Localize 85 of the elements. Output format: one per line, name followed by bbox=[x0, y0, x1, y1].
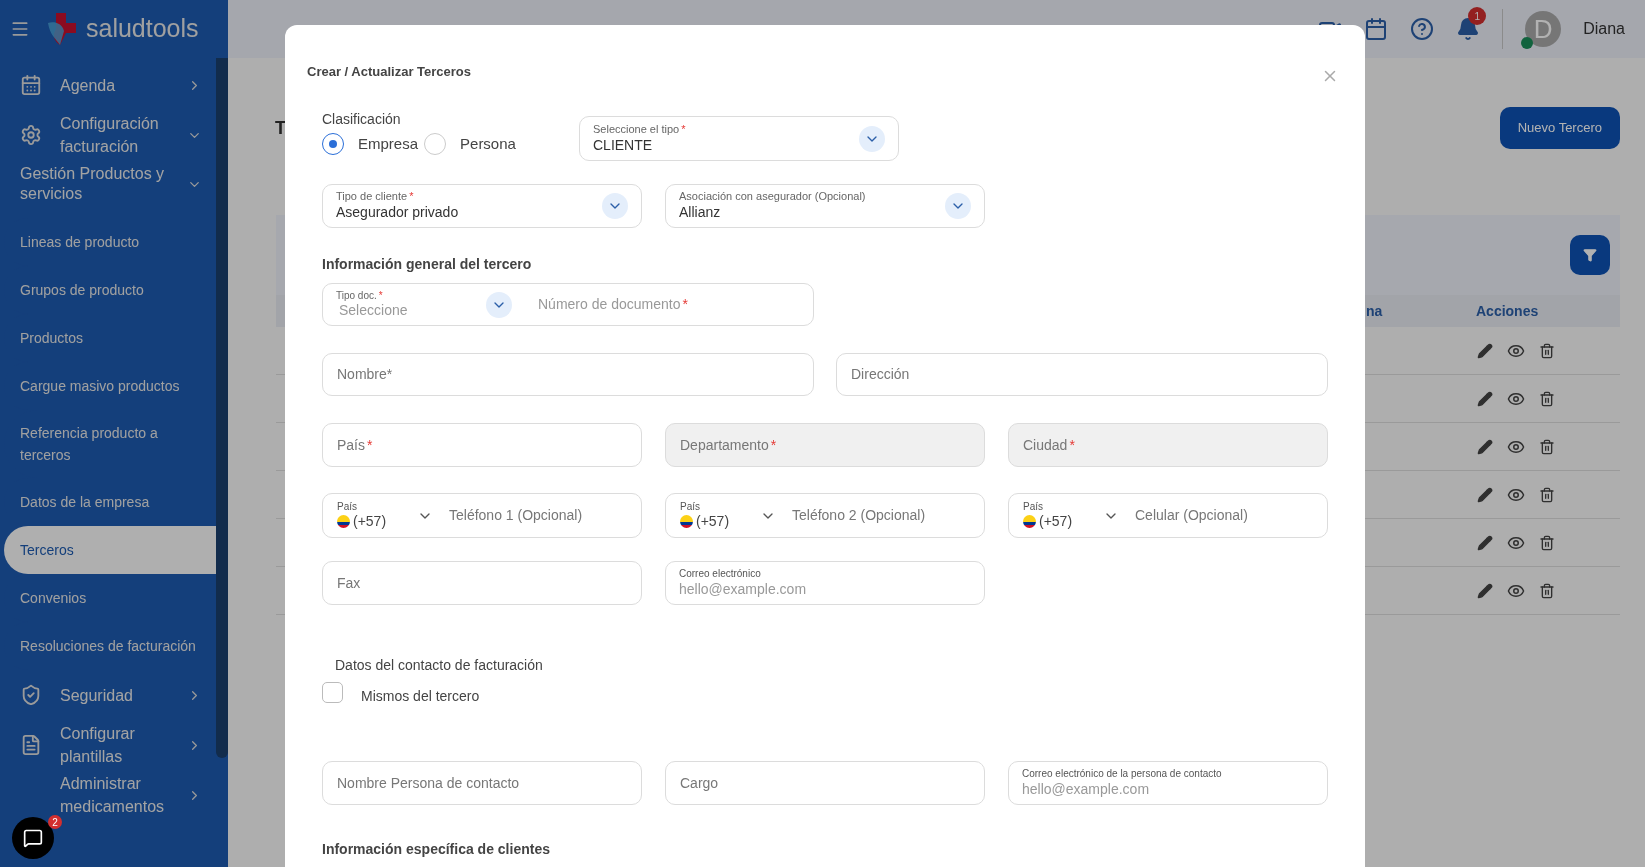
radio-label: Persona bbox=[460, 134, 516, 154]
document-field[interactable]: Tipo doc. * Seleccione Número de documento* bbox=[322, 283, 814, 326]
field-label: País bbox=[337, 500, 358, 513]
delete-icon[interactable] bbox=[1539, 438, 1555, 455]
flag-icon bbox=[337, 515, 350, 529]
section-title: Información específica de clientes bbox=[322, 840, 551, 859]
filter-button[interactable] bbox=[1570, 235, 1610, 275]
flag-icon bbox=[680, 515, 693, 529]
column-header: Acciones bbox=[1476, 301, 1539, 321]
field-label: País bbox=[1023, 500, 1044, 513]
field-placeholder: Celular (Opcional) bbox=[1135, 506, 1248, 525]
sidebar-item[interactable]: Seguridad bbox=[0, 670, 216, 720]
menu-item-icon bbox=[20, 734, 42, 756]
phone-field[interactable]: País (+57) Celular (Opcional) bbox=[1008, 493, 1328, 538]
input-field[interactable]: Dirección bbox=[836, 353, 1328, 396]
field-placeholder: Número de documento* bbox=[538, 295, 688, 314]
section-title: Información general del tercero bbox=[322, 255, 533, 274]
field-label: Correo electrónico bbox=[679, 568, 762, 581]
phone-field[interactable]: País (+57) Teléfono 2 (Opcional) bbox=[665, 493, 985, 538]
field-value: Seleccione bbox=[339, 302, 409, 320]
field-label: Tipo de cliente * bbox=[336, 190, 415, 205]
delete-icon[interactable] bbox=[1539, 486, 1555, 503]
filter-icon bbox=[1583, 248, 1597, 262]
phone-field[interactable]: País (+57) Teléfono 1 (Opcional) bbox=[322, 493, 642, 538]
select-field[interactable]: Tipo de cliente * Asegurador privado bbox=[322, 184, 642, 228]
sidebar-item[interactable]: Terceros bbox=[4, 526, 216, 574]
new-third-party-button[interactable]: Nuevo Tercero bbox=[1499, 107, 1620, 149]
scrollbar[interactable] bbox=[216, 58, 228, 758]
edit-icon[interactable] bbox=[1477, 342, 1493, 359]
checkbox-label: Mismos del tercero bbox=[361, 687, 480, 706]
menu-icon[interactable] bbox=[10, 19, 30, 39]
input-field[interactable]: Nombre Persona de contacto bbox=[322, 761, 642, 805]
field-value: CLIENTE bbox=[593, 136, 654, 155]
user-name[interactable]: Diana bbox=[1583, 17, 1625, 41]
sidebar-item[interactable]: Gestión Productos y servicios bbox=[0, 160, 216, 218]
field-label: Tipo doc. * bbox=[336, 289, 384, 302]
brand-name: saludtools bbox=[86, 13, 199, 45]
section-title: Datos del contacto de facturación bbox=[335, 656, 544, 675]
field-value: Allianz bbox=[679, 204, 722, 222]
edit-icon[interactable] bbox=[1477, 390, 1493, 407]
column-header: na bbox=[1366, 301, 1384, 321]
email-field[interactable]: Correo electrónico hello@example.com bbox=[665, 561, 985, 605]
checkbox[interactable] bbox=[322, 682, 343, 703]
edit-icon[interactable] bbox=[1477, 438, 1493, 455]
delete-icon[interactable] bbox=[1539, 342, 1555, 359]
field-placeholder: hello@example.com bbox=[1022, 780, 1151, 798]
sidebar-item[interactable]: Agenda bbox=[0, 60, 216, 110]
calendar-icon[interactable] bbox=[1364, 17, 1389, 41]
field-value: Asegurador privado bbox=[336, 204, 460, 222]
notification-badge: 1 bbox=[1468, 7, 1487, 25]
input-field[interactable]: Fax bbox=[322, 561, 642, 605]
edit-icon[interactable] bbox=[1477, 582, 1493, 599]
modal-title: Crear / Actualizar Terceros bbox=[307, 63, 472, 82]
email-field[interactable]: Correo electrónico de la persona de contacto hello@example.com bbox=[1008, 761, 1328, 805]
menu-item-icon bbox=[20, 124, 42, 146]
radio-label: Empresa bbox=[358, 134, 419, 154]
country-code: (+57) bbox=[353, 513, 387, 531]
select-field[interactable]: Asociación con asegurador (Opcional) Allianz bbox=[665, 184, 985, 228]
sidebar-item[interactable]: Configuración facturación bbox=[0, 110, 216, 160]
country-code: (+57) bbox=[696, 513, 730, 531]
delete-icon[interactable] bbox=[1539, 534, 1555, 551]
flag-icon bbox=[1023, 515, 1036, 529]
field-label: Asociación con asegurador (Opcional) bbox=[679, 190, 867, 205]
classification-label: Clasificación bbox=[322, 111, 402, 127]
country-code: (+57) bbox=[1039, 513, 1073, 531]
select-field[interactable]: Seleccione el tipo * CLIENTE bbox=[579, 116, 899, 161]
input-field[interactable]: Nombre* bbox=[322, 353, 814, 396]
field-placeholder: Teléfono 2 (Opcional) bbox=[792, 506, 926, 525]
menu-item-icon bbox=[20, 74, 42, 96]
field-label: País bbox=[680, 500, 701, 513]
menu-item-icon bbox=[20, 684, 42, 706]
input-field[interactable]: País* bbox=[322, 423, 642, 467]
edit-icon[interactable] bbox=[1477, 534, 1493, 551]
delete-icon[interactable] bbox=[1539, 390, 1555, 407]
edit-icon[interactable] bbox=[1477, 486, 1493, 503]
sidebar-item[interactable]: Configurar plantillas bbox=[0, 720, 216, 770]
field-placeholder: Teléfono 1 (Opcional) bbox=[449, 506, 583, 525]
field-placeholder: hello@example.com bbox=[679, 580, 808, 598]
help-icon[interactable] bbox=[1410, 17, 1435, 41]
input-field[interactable]: Cargo bbox=[665, 761, 985, 805]
delete-icon[interactable] bbox=[1539, 582, 1555, 599]
field-label: Seleccione el tipo * bbox=[593, 122, 687, 137]
page-title: T bbox=[275, 116, 286, 140]
chat-icon bbox=[23, 828, 43, 848]
field-label: Correo electrónico de la persona de contacto bbox=[1022, 768, 1223, 781]
